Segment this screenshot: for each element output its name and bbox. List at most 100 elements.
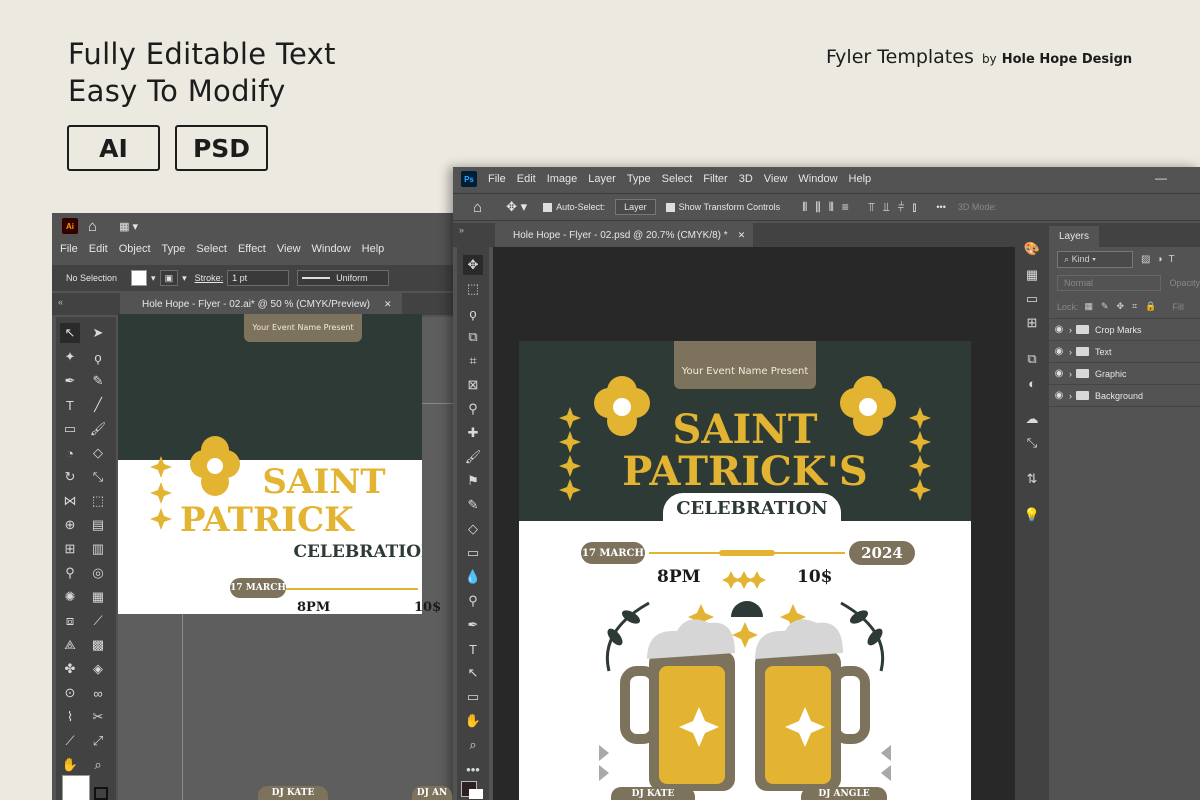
fill-color-box[interactable] (62, 775, 90, 800)
ai-menu-view[interactable]: View (277, 243, 301, 255)
lasso-tool-icon[interactable]: ϙ (88, 347, 108, 367)
blend-mode-dropdown[interactable]: Normal (1057, 275, 1162, 291)
paintbrush-tool-icon[interactable]: 🖌 (88, 419, 108, 439)
ai-menu-edit[interactable]: Edit (89, 243, 108, 255)
layer-row[interactable]: ◉ › Background (1049, 385, 1200, 407)
width-tool-icon[interactable]: ⋈ (60, 491, 80, 511)
expand-arrow-icon[interactable]: › (1069, 369, 1072, 379)
curvature-tool-icon[interactable]: ✎ (88, 371, 108, 391)
scale-tool-icon[interactable]: ⤡ (88, 467, 108, 487)
type-tool-icon[interactable]: T (463, 639, 483, 659)
magic-wand-tool-icon[interactable]: ✦ (60, 347, 80, 367)
ps-document-tab[interactable]: Hole Hope - Flyer - 02.psd @ 20.7% (CMYK… (495, 223, 753, 247)
layer-row[interactable]: ◉ › Graphic (1049, 363, 1200, 385)
ps-menu-window[interactable]: Window (798, 173, 837, 185)
column-graph-tool-icon[interactable]: ▦ (88, 587, 108, 607)
show-transform-checkbox[interactable] (665, 202, 675, 212)
crop-tool-icon[interactable]: ⌗ (463, 351, 483, 371)
close-icon[interactable]: ✕ (738, 230, 746, 241)
more-options-icon[interactable]: ••• (936, 202, 945, 212)
direct-selection-tool-icon[interactable]: ➤ (88, 323, 108, 343)
learn-panel-icon[interactable]: 💡 (1022, 505, 1042, 525)
home-icon[interactable]: ⌂ (473, 199, 482, 216)
lasso-tool-icon[interactable]: ϙ (463, 303, 483, 323)
symbol-sprayer-tool-icon[interactable]: ✺ (60, 587, 80, 607)
line-tool-icon[interactable]: ╱ (88, 395, 108, 415)
expand-panel-icon[interactable]: » (459, 225, 464, 235)
stroke-weight-field[interactable]: 1 pt (227, 270, 290, 286)
ps-menu-filter[interactable]: Filter (703, 173, 727, 185)
marquee-tool-icon[interactable]: ⬚ (463, 279, 483, 299)
join-tool-icon[interactable]: ⌇ (60, 707, 80, 727)
ps-menu-help[interactable]: Help (849, 173, 872, 185)
ai-flyer-artwork[interactable]: Your Event Name Present SAINT PATRICK CE… (118, 314, 422, 614)
auto-select-checkbox[interactable] (543, 202, 553, 212)
expand-arrow-icon[interactable]: › (1069, 325, 1072, 335)
healing-brush-tool-icon[interactable]: ✚ (463, 423, 483, 443)
ai-menu-type[interactable]: Type (162, 243, 186, 255)
ps-menu-select[interactable]: Select (662, 173, 693, 185)
ai-document-tab[interactable]: Hole Hope - Flyer - 02.ai* @ 50 % (CMYK/… (120, 293, 402, 315)
stroke-profile-dropdown[interactable]: Uniform (297, 270, 390, 286)
perspective-selection-tool-icon[interactable]: ▩ (88, 635, 108, 655)
ps-flyer-artwork[interactable]: Your Event Name Present SAINT PATRICK'S … (519, 341, 971, 800)
eyedropper-tool-icon[interactable]: ⚲ (60, 563, 80, 583)
stroke-color-box[interactable] (94, 787, 108, 800)
hand-tool-icon[interactable]: ✋ (463, 711, 483, 731)
more-tools-icon[interactable]: ••• (463, 759, 483, 779)
dodge-tool-icon[interactable]: ⚲ (463, 591, 483, 611)
knife-tool-icon[interactable]: ⟋ (60, 731, 80, 751)
gradients-panel-icon[interactable]: ▭ (1022, 289, 1042, 309)
ai-menu-help[interactable]: Help (362, 243, 385, 255)
shaper-tool-icon[interactable]: ◔ (60, 443, 80, 463)
background-color-box[interactable] (469, 789, 483, 799)
filter-type-icons[interactable]: ▨◑T (1141, 254, 1181, 265)
print-tiling-tool-icon[interactable]: ⊙ (60, 683, 80, 703)
slice-tool-icon[interactable]: ⟋ (88, 611, 108, 631)
selection-tool-icon[interactable]: ↖ (60, 323, 80, 343)
visibility-eye-icon[interactable]: ◉ (1049, 368, 1069, 379)
history-brush-tool-icon[interactable]: ✎ (463, 495, 483, 515)
object-selection-tool-icon[interactable]: ⧉ (463, 327, 483, 347)
rectangle-tool-icon[interactable]: ▭ (463, 687, 483, 707)
ai-menu-select[interactable]: Select (196, 243, 227, 255)
workspace-icon[interactable]: ▦ ▾ (119, 220, 138, 233)
properties-panel-icon[interactable]: ⧉ (1022, 349, 1042, 369)
ai-menu-window[interactable]: Window (312, 243, 351, 255)
minimize-icon[interactable]: — (1155, 171, 1167, 185)
zoom-glasses-icon[interactable]: ∞ (88, 683, 108, 703)
blur-tool-icon[interactable]: 💧 (463, 567, 483, 587)
libraries-panel-icon[interactable]: ☁ (1022, 409, 1042, 429)
layers-tab[interactable]: Layers (1049, 226, 1100, 247)
ps-menu-image[interactable]: Image (547, 173, 578, 185)
stroke-dropdown-icon[interactable]: ▾ (182, 273, 187, 284)
pen-tool-icon[interactable]: ✒ (463, 615, 483, 635)
paths-panel-icon[interactable]: ⤡ (1022, 433, 1042, 453)
ps-menu-layer[interactable]: Layer (588, 173, 616, 185)
collapse-panel-icon[interactable]: « (58, 297, 63, 307)
pen-tool-icon[interactable]: ✒ (60, 371, 80, 391)
zoom-tool-icon[interactable]: ⌕ (88, 755, 108, 775)
ps-menu-file[interactable]: File (488, 173, 506, 185)
auto-select-target-dropdown[interactable]: Layer (615, 199, 656, 215)
ps-menu-view[interactable]: View (764, 173, 788, 185)
history-panel-icon[interactable]: ⇅ (1022, 469, 1042, 489)
adjustments-panel-icon[interactable]: ◐ (1022, 373, 1042, 393)
puppet-warp-tool-icon[interactable]: ✤ (60, 659, 80, 679)
rotate-tool-icon[interactable]: ↻ (60, 467, 80, 487)
type-tool-icon[interactable]: T (60, 395, 80, 415)
ps-menu-edit[interactable]: Edit (517, 173, 536, 185)
visibility-eye-icon[interactable]: ◉ (1049, 390, 1069, 401)
swatches-panel-icon[interactable]: ▦ (1022, 265, 1042, 285)
visibility-eye-icon[interactable]: ◉ (1049, 324, 1069, 335)
ai-menu-file[interactable]: File (60, 243, 78, 255)
eyedropper-tool-icon[interactable]: ⚲ (463, 399, 483, 419)
color-panel-icon[interactable]: 🎨 (1022, 239, 1042, 259)
scissors-tool-icon[interactable]: ✂ (88, 707, 108, 727)
blend-tool-icon[interactable]: ◎ (88, 563, 108, 583)
clone-stamp-tool-icon[interactable]: ⚑ (463, 471, 483, 491)
ai-menu-effect[interactable]: Effect (238, 243, 266, 255)
eraser-tool-icon[interactable]: ◇ (463, 519, 483, 539)
fill-swatch[interactable] (131, 270, 148, 286)
free-transform-tool-icon[interactable]: ⬚ (88, 491, 108, 511)
